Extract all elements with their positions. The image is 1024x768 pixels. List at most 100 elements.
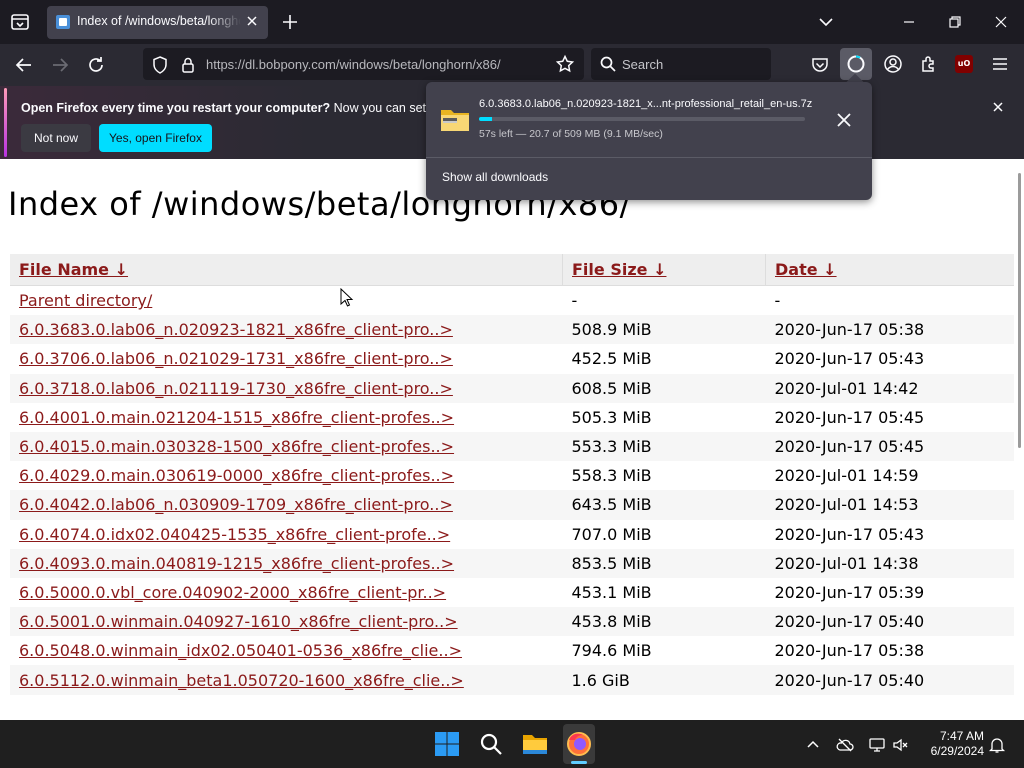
scrollbar-thumb[interactable] [1018, 173, 1021, 448]
sort-file-size-link[interactable]: File Size ↓ [572, 260, 666, 279]
file-date-cell-text: 2020-Jun-17 05:45 [774, 437, 925, 457]
network-icon[interactable] [868, 736, 886, 754]
file-name-cell[interactable]: 6.0.5048.0.winmain_idx02.050401-0536_x86… [10, 636, 563, 665]
parent-directory-link[interactable]: Parent directory/ [19, 291, 152, 310]
file-name-cell[interactable]: 6.0.4015.0.main.030328-1500_x86fre_clien… [10, 431, 563, 462]
file-link[interactable]: 6.0.4093.0.main.040819-1215_x86fre_clien… [19, 554, 454, 573]
table-row: 6.0.5112.0.winmain_beta1.050720-1600_x86… [10, 665, 1014, 695]
file-name-cell[interactable]: Parent directory/ [10, 286, 563, 316]
table-row: 6.0.4001.0.main.021204-1515_x86fre_clien… [10, 403, 1014, 432]
file-date-cell: 2020-Jun-17 05:40 [765, 607, 1014, 637]
lock-icon[interactable] [178, 55, 198, 75]
downloads-panel-divider [426, 157, 872, 158]
file-name-cell[interactable]: 6.0.5001.0.winmain.040927-1610_x86fre_cl… [10, 607, 563, 637]
reload-icon[interactable] [86, 55, 106, 75]
notification-question: Open Firefox every time you restart your… [21, 101, 331, 115]
notification-close-icon[interactable] [990, 99, 1006, 115]
file-link[interactable]: 6.0.5001.0.winmain.040927-1610_x86fre_cl… [19, 612, 458, 631]
show-all-downloads-link[interactable]: Show all downloads [442, 170, 548, 184]
file-size-cell: 508.9 MiB [562, 315, 766, 345]
tab-close-icon[interactable] [244, 13, 260, 29]
file-date-cell-text: 2020-Jun-17 05:43 [774, 349, 925, 369]
cancel-download-icon[interactable] [835, 111, 853, 129]
file-name-cell[interactable]: 6.0.3718.0.lab06_n.021119-1730_x86fre_cl… [10, 373, 563, 403]
file-link[interactable]: 6.0.4001.0.main.021204-1515_x86fre_clien… [19, 408, 454, 427]
file-size-cell-text: 608.5 MiB [571, 378, 652, 398]
file-date-cell-text: 2020-Jun-17 05:45 [774, 407, 925, 427]
show-hidden-icons-chevron-icon[interactable] [804, 736, 822, 754]
file-size-cell-text: 453.1 MiB [571, 582, 652, 602]
not-now-button[interactable]: Not now [21, 124, 91, 152]
bookmark-star-icon[interactable] [555, 54, 575, 74]
active-tab[interactable]: Index of /windows/beta/longhorn/x86/ [47, 6, 268, 39]
forward-icon[interactable] [50, 55, 70, 75]
close-window-icon[interactable] [991, 12, 1011, 32]
file-date-cell-text: 2020-Jul-01 14:53 [774, 495, 919, 515]
menu-hamburger-icon[interactable] [990, 54, 1010, 74]
file-size-cell: 453.8 MiB [562, 607, 766, 637]
header-date[interactable]: Date ↓ [765, 254, 1014, 286]
list-all-tabs-icon[interactable] [816, 12, 836, 32]
archive-file-icon [440, 106, 470, 132]
header-file-name[interactable]: File Name ↓ [10, 254, 563, 286]
onedrive-cloud-icon[interactable] [836, 736, 854, 754]
restore-icon[interactable] [945, 12, 965, 32]
file-name-cell[interactable]: 6.0.4042.0.lab06_n.030909-1709_x86fre_cl… [10, 490, 563, 520]
file-name-cell[interactable]: 6.0.4093.0.main.040819-1215_x86fre_clien… [10, 548, 563, 578]
file-link[interactable]: 6.0.3706.0.lab06_n.021029-1731_x86fre_cl… [19, 349, 453, 368]
table-row: 6.0.5001.0.winmain.040927-1610_x86fre_cl… [10, 607, 1014, 637]
file-size-cell: 707.0 MiB [563, 520, 766, 549]
volume-muted-icon[interactable] [892, 736, 910, 754]
header-file-size[interactable]: File Size ↓ [562, 254, 766, 286]
file-size-cell-text: 794.6 MiB [571, 641, 652, 661]
sort-file-name-link[interactable]: File Name ↓ [19, 260, 128, 279]
notifications-bell-icon[interactable] [988, 736, 1006, 754]
file-link[interactable]: 6.0.5112.0.winmain_beta1.050720-1600_x86… [19, 671, 464, 690]
download-status: 57s left — 20.7 of 509 MB (9.1 MB/sec) [479, 128, 663, 140]
file-link[interactable]: 6.0.4015.0.main.030328-1500_x86fre_clien… [19, 437, 454, 456]
search-placeholder[interactable]: Search [622, 57, 663, 72]
tab-list-icon[interactable] [8, 10, 32, 34]
file-date-cell-text: 2020-Jun-17 05:38 [774, 641, 925, 661]
file-name-cell[interactable]: 6.0.4029.0.main.030619-0000_x86fre_clien… [10, 461, 563, 490]
download-filename[interactable]: 6.0.3683.0.lab06_n.020923-1821_x...nt-pr… [479, 98, 812, 110]
file-link[interactable]: 6.0.4042.0.lab06_n.030909-1709_x86fre_cl… [19, 495, 453, 514]
file-name-cell[interactable]: 6.0.4001.0.main.021204-1515_x86fre_clien… [10, 403, 563, 432]
sort-date-link[interactable]: Date ↓ [775, 260, 837, 279]
file-name-cell[interactable]: 6.0.4074.0.idx02.040425-1535_x86fre_clie… [10, 520, 563, 549]
file-link[interactable]: 6.0.4029.0.main.030619-0000_x86fre_clien… [19, 466, 454, 485]
tracking-protection-shield-icon[interactable] [150, 55, 170, 75]
file-date-cell: 2020-Jun-17 05:40 [765, 665, 1014, 695]
file-name-cell[interactable]: 6.0.5112.0.winmain_beta1.050720-1600_x86… [10, 665, 563, 695]
firefox-icon[interactable] [565, 730, 593, 758]
file-date-cell: 2020-Jun-17 05:38 [766, 636, 1015, 665]
file-date-cell: 2020-Jul-01 14:42 [765, 373, 1014, 403]
table-row: Parent directory/ - - [10, 286, 1014, 316]
extensions-icon[interactable] [919, 54, 939, 74]
back-icon[interactable] [14, 55, 34, 75]
pocket-icon[interactable] [810, 55, 830, 75]
minimize-icon[interactable] [899, 12, 919, 32]
file-link[interactable]: 6.0.5000.0.vbl_core.040902-2000_x86fre_c… [19, 583, 446, 602]
account-icon[interactable] [883, 54, 903, 74]
downloads-progress-icon[interactable] [846, 54, 866, 74]
start-windows-icon[interactable] [433, 730, 461, 758]
file-link[interactable]: 6.0.5048.0.winmain_idx02.050401-0536_x86… [19, 641, 462, 660]
url-text[interactable]: https://dl.bobpony.com/windows/beta/long… [206, 57, 501, 72]
file-link[interactable]: 6.0.3683.0.lab06_n.020923-1821_x86fre_cl… [19, 320, 453, 339]
page-scrollbar[interactable] [1016, 159, 1024, 720]
file-link[interactable]: 6.0.3718.0.lab06_n.021119-1730_x86fre_cl… [19, 379, 453, 398]
file-explorer-icon[interactable] [521, 730, 549, 758]
search-bar[interactable] [591, 48, 771, 80]
file-size-cell: 794.6 MiB [563, 636, 766, 665]
file-name-cell[interactable]: 6.0.3706.0.lab06_n.021029-1731_x86fre_cl… [10, 344, 563, 373]
open-firefox-button[interactable]: Yes, open Firefox [99, 124, 212, 152]
taskbar-search-icon[interactable] [477, 730, 505, 758]
ublock-origin-icon[interactable]: uO [955, 55, 973, 73]
new-tab-icon[interactable] [280, 12, 300, 32]
file-name-cell[interactable]: 6.0.5000.0.vbl_core.040902-2000_x86fre_c… [10, 578, 563, 607]
system-clock[interactable]: 7:47 AM 6/29/2024 [916, 729, 984, 759]
file-link[interactable]: 6.0.4074.0.idx02.040425-1535_x86fre_clie… [19, 525, 450, 544]
firefox-running-indicator [571, 761, 587, 764]
file-name-cell[interactable]: 6.0.3683.0.lab06_n.020923-1821_x86fre_cl… [10, 315, 563, 345]
